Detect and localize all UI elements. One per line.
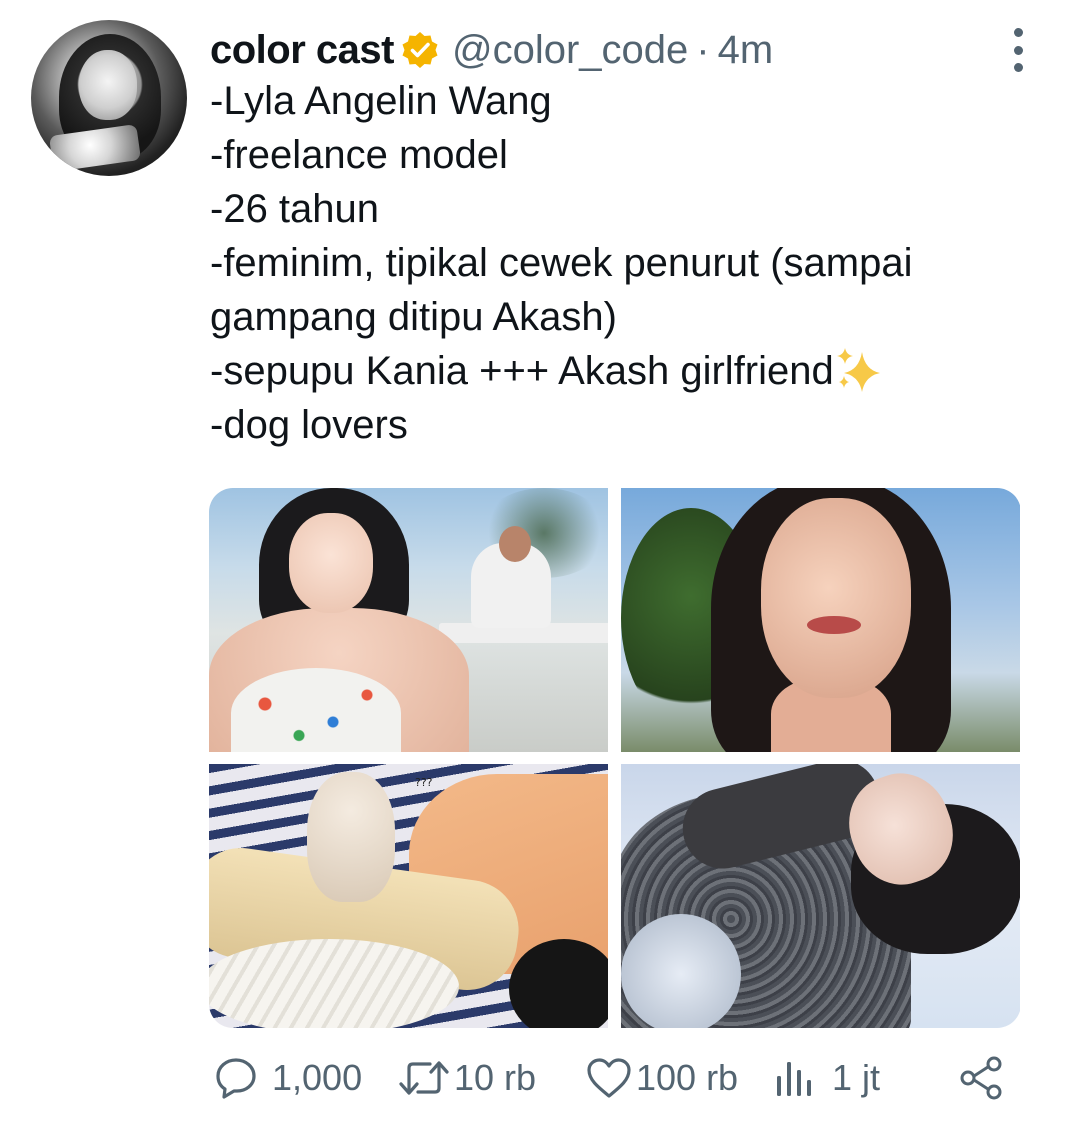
- avatar-face: [79, 50, 137, 120]
- like-button[interactable]: 100 rb: [586, 1050, 738, 1106]
- reply-icon: [216, 1058, 256, 1099]
- tweet-line: gampang ditipu Akash): [210, 295, 617, 339]
- share-button[interactable]: [958, 1050, 1004, 1106]
- more-options-icon[interactable]: [1007, 28, 1029, 72]
- tweet-line: -dog lovers: [210, 403, 408, 447]
- share-icon: [960, 1056, 1002, 1100]
- verified-badge-icon: [402, 32, 438, 68]
- views-icon: [777, 1062, 811, 1096]
- like-count: 100 rb: [636, 1057, 739, 1098]
- action-bar: 1,000 10 rb 100 rb 1 jt: [210, 1050, 1010, 1106]
- media-grid: ???: [209, 488, 1021, 1028]
- photo-caption: ???: [415, 776, 433, 789]
- photo-2[interactable]: [621, 488, 1020, 752]
- separator-dot: ·: [696, 27, 710, 72]
- author-name[interactable]: color cast: [210, 28, 394, 73]
- views-count: 1 jt: [832, 1057, 881, 1098]
- tweet-line-with-emoji: -sepupu Kania +++ Akash girlfriend: [210, 344, 1050, 398]
- retweet-count: 10 rb: [454, 1057, 537, 1098]
- sparkles-icon: [836, 348, 880, 392]
- retweet-icon: [399, 1061, 449, 1095]
- views-button[interactable]: 1 jt: [774, 1050, 880, 1106]
- tweet-header: color cast @color_code · 4m: [210, 26, 773, 74]
- heart-icon: [587, 1058, 631, 1098]
- tweet-line: -sepupu Kania +++ Akash girlfriend: [210, 349, 834, 393]
- timestamp[interactable]: 4m: [718, 28, 774, 73]
- tweet-line: -feminim, tipikal cewek penurut (sampai: [210, 241, 913, 285]
- author-handle[interactable]: @color_code: [452, 28, 688, 73]
- retweet-button[interactable]: 10 rb: [398, 1050, 536, 1106]
- avatar[interactable]: [31, 20, 187, 176]
- reply-count: 1,000: [272, 1057, 363, 1098]
- reply-button[interactable]: 1,000: [214, 1050, 362, 1106]
- tweet-text: -Lyla Angelin Wang -freelance model -26 …: [210, 74, 1050, 452]
- photo-1[interactable]: [209, 488, 608, 752]
- photo-3[interactable]: ???: [209, 764, 608, 1028]
- tweet-line: -26 tahun: [210, 187, 380, 231]
- tweet-line: -Lyla Angelin Wang: [210, 79, 552, 123]
- tweet-line: -freelance model: [210, 133, 508, 177]
- photo-4[interactable]: [621, 764, 1020, 1028]
